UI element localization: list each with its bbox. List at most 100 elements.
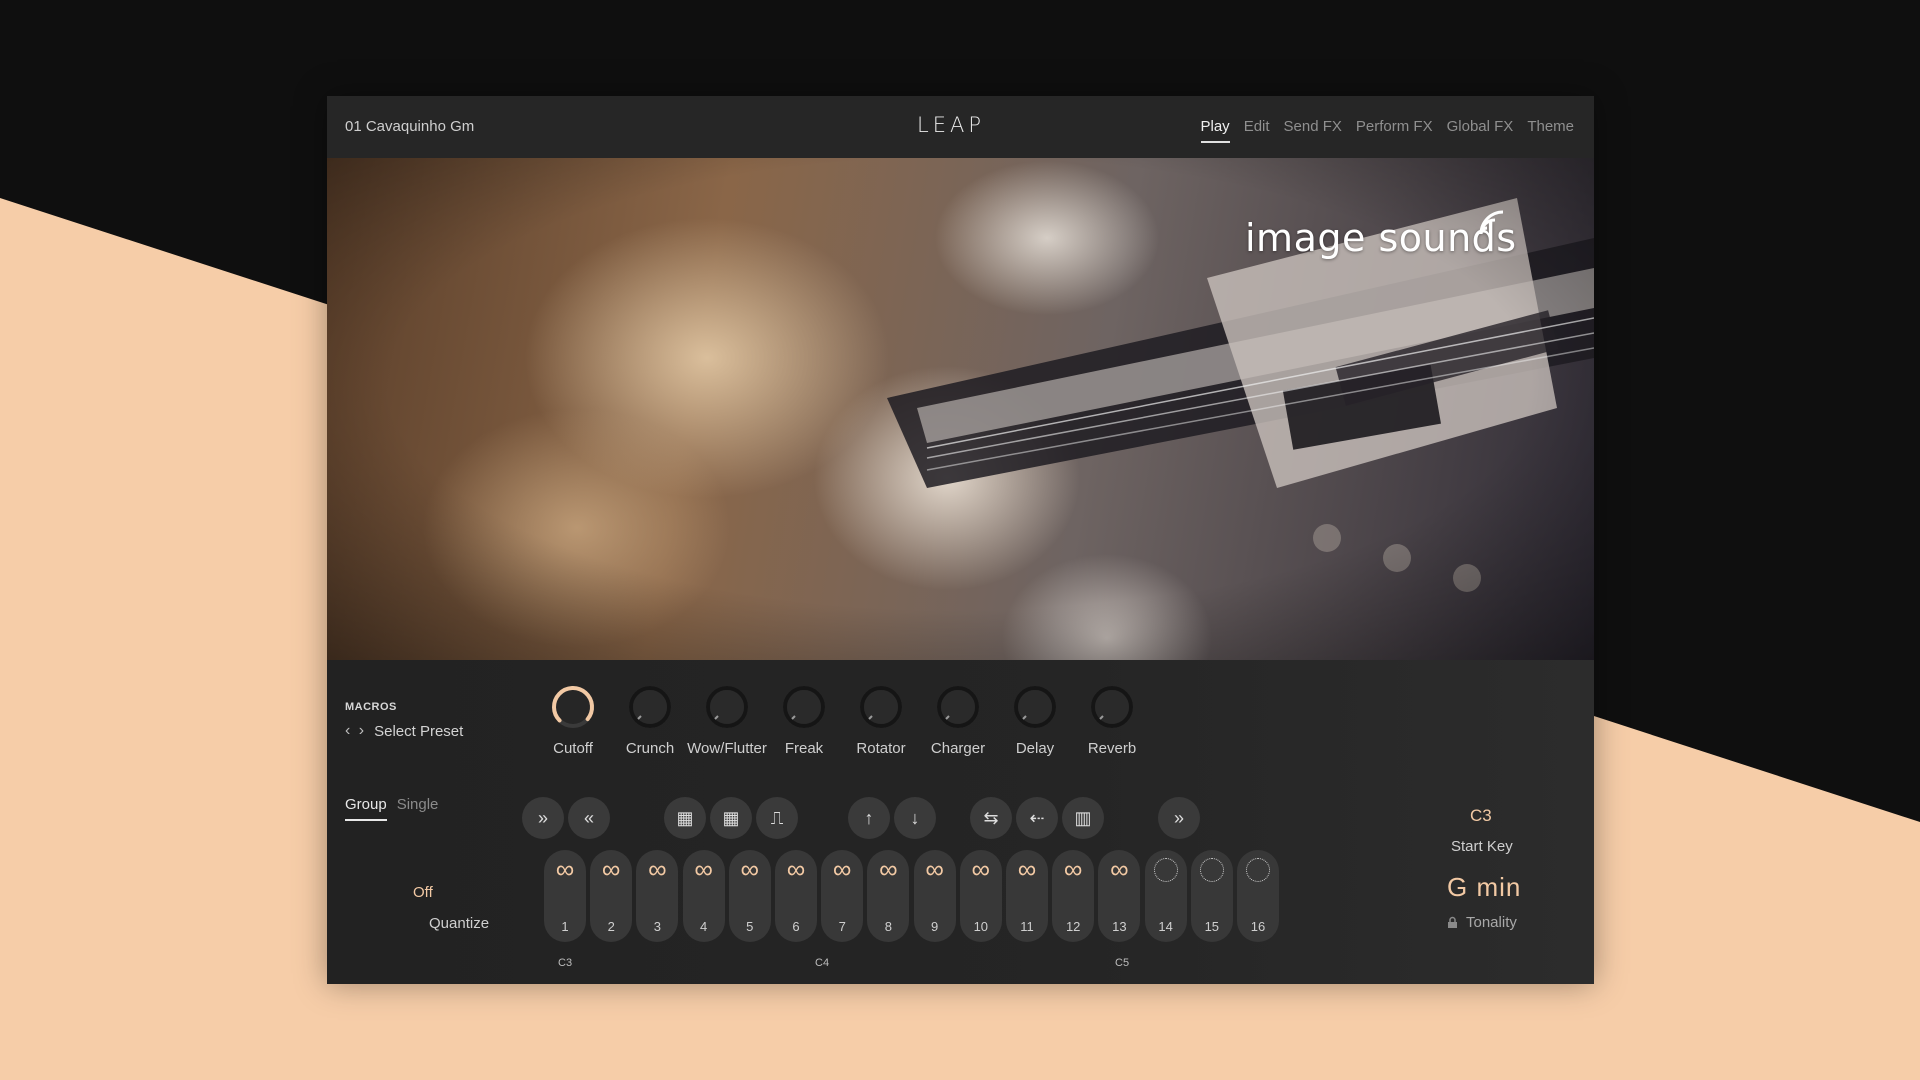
knob-reverb[interactable]: Reverb xyxy=(1072,682,1152,757)
pad-number: 9 xyxy=(930,919,939,934)
lock-icon[interactable] xyxy=(1447,916,1458,929)
pad-number: 15 xyxy=(1204,919,1220,934)
knob-cutoff[interactable]: Cutoff xyxy=(533,682,613,757)
select-preset-label: Select Preset xyxy=(374,722,464,740)
pad-9[interactable]: ∞ 9 xyxy=(913,850,956,942)
pad-number: 11 xyxy=(1020,919,1034,934)
knob-label: Delay xyxy=(1015,740,1055,757)
pad-number: 6 xyxy=(792,919,800,934)
tab-play[interactable]: Play xyxy=(1200,118,1230,143)
pad-11[interactable]: ∞ 11 xyxy=(1006,850,1048,942)
pad-number: 5 xyxy=(746,919,754,934)
knob-freak[interactable]: Freak xyxy=(764,682,844,757)
arrow-up-icon[interactable]: ↑ xyxy=(848,797,890,839)
tab-edit[interactable]: Edit xyxy=(1244,118,1270,143)
fast-forward-icon[interactable]: » xyxy=(522,797,564,839)
knob-dial[interactable] xyxy=(1010,682,1060,732)
preset-name[interactable]: 01 Cavaquinho Gm xyxy=(345,118,474,135)
pad-13[interactable]: ∞ 13 xyxy=(1098,850,1141,942)
tonality-label: Tonality xyxy=(1466,914,1517,931)
infinity-loop-icon: ∞ xyxy=(971,854,991,884)
scatter-left-icon[interactable]: ⇠ xyxy=(1016,797,1058,839)
knob-dial[interactable] xyxy=(933,682,983,732)
knob-charger[interactable]: Charger xyxy=(918,682,998,757)
pad-4[interactable]: ∞ 4 xyxy=(682,850,725,942)
knob-label: Freak xyxy=(784,740,824,757)
pad-7[interactable]: ∞ 7 xyxy=(821,850,864,942)
pad-number: 13 xyxy=(1112,919,1127,934)
rewind-icon[interactable]: « xyxy=(568,797,610,839)
tab-theme[interactable]: Theme xyxy=(1527,118,1574,143)
knob-label: Rotator xyxy=(856,740,906,757)
arrow-down-icon[interactable]: ↓ xyxy=(894,797,936,839)
infinity-loop-icon: ∞ xyxy=(1017,854,1037,884)
main-tabs: Play Edit Send FX Perform FX Global FX T… xyxy=(1200,118,1574,143)
shuffle-grid-alt-icon[interactable]: ▦ xyxy=(710,797,752,839)
tonality-value[interactable]: G min xyxy=(1447,872,1521,903)
knob-dial[interactable] xyxy=(702,682,752,732)
infinity-loop-icon: ∞ xyxy=(1063,854,1083,884)
pad-10[interactable]: ∞ 10 xyxy=(959,850,1002,942)
macros-title: MACROS xyxy=(345,701,397,713)
pad-6[interactable]: ∞ 6 xyxy=(775,850,817,942)
knob-label: Reverb xyxy=(1087,740,1137,757)
wifi-waves-icon xyxy=(1479,210,1504,235)
shuffle-grid-icon[interactable]: ▦ xyxy=(664,797,706,839)
knob-delay[interactable]: Delay xyxy=(995,682,1075,757)
knob-dial[interactable] xyxy=(548,682,598,732)
start-key-value[interactable]: C3 xyxy=(1470,806,1492,826)
tab-send-fx[interactable]: Send FX xyxy=(1284,118,1342,143)
infinity-loop-icon: ∞ xyxy=(786,854,806,884)
bars-icon[interactable]: ▥ xyxy=(1062,797,1104,839)
knob-crunch[interactable]: Crunch xyxy=(610,682,690,757)
octave-label-c4: C4 xyxy=(815,957,830,969)
pad-16[interactable]: 16 xyxy=(1237,850,1279,942)
octave-label-c5: C5 xyxy=(1115,957,1130,969)
pad-number: 3 xyxy=(653,919,661,934)
chevron-left-right-icon[interactable]: ‹ › xyxy=(345,722,366,740)
fast-forward-icon[interactable]: » xyxy=(1158,797,1200,839)
tab-global-fx[interactable]: Global FX xyxy=(1447,118,1514,143)
leap-logo: LEAP xyxy=(917,113,985,137)
pad-5[interactable]: ∞ 5 xyxy=(728,850,771,942)
dashed-circle-icon xyxy=(1246,858,1270,882)
dashed-circle-icon xyxy=(1153,858,1178,882)
pad-14[interactable]: 14 xyxy=(1144,850,1187,942)
header-bar: 01 Cavaquinho Gm LEAP Play Edit Send FX … xyxy=(327,96,1594,158)
knob-rotator[interactable]: Rotator xyxy=(841,682,921,757)
knob-dial[interactable] xyxy=(1087,682,1137,732)
pad-8[interactable]: ∞ 8 xyxy=(867,850,910,942)
swap-lanes-icon[interactable]: ⇆ xyxy=(970,797,1012,839)
infinity-loop-icon: ∞ xyxy=(740,854,760,884)
pad-3[interactable]: ∞ 3 xyxy=(636,850,679,942)
infinity-loop-icon: ∞ xyxy=(648,854,667,884)
knob-dial[interactable] xyxy=(856,682,906,732)
start-key-label: Start Key xyxy=(1451,838,1513,855)
pad-12[interactable]: ∞ 12 xyxy=(1052,850,1095,942)
knob-label: Cutoff xyxy=(553,740,593,757)
tab-perform-fx[interactable]: Perform FX xyxy=(1356,118,1433,143)
quantize-value[interactable]: Off xyxy=(413,884,433,901)
pad-1[interactable]: ∞ 1 xyxy=(544,850,586,942)
pad-15[interactable]: 15 xyxy=(1190,850,1233,942)
instrument-artwork: image sounds xyxy=(327,158,1594,660)
pad-2[interactable]: ∞ 2 xyxy=(590,850,633,942)
pad-number: 8 xyxy=(884,919,892,934)
macro-preset-selector[interactable]: ‹ › Select Preset xyxy=(345,722,463,740)
knob-label: Crunch xyxy=(625,740,675,757)
tab-single[interactable]: Single xyxy=(397,796,439,821)
knob-wow-flutter[interactable]: Wow/Flutter xyxy=(687,682,767,757)
pad-number: 16 xyxy=(1250,919,1266,934)
knob-dial[interactable] xyxy=(625,682,675,732)
envelope-shape-icon[interactable]: ⎍ xyxy=(756,797,798,839)
tonality-label-group: Tonality xyxy=(1447,914,1517,931)
knob-dial[interactable] xyxy=(779,682,829,732)
octave-label-c3: C3 xyxy=(558,957,573,969)
leap-plugin-window: 01 Cavaquinho Gm LEAP Play Edit Send FX … xyxy=(327,96,1594,984)
quantize-label: Quantize xyxy=(429,915,490,932)
infinity-loop-icon: ∞ xyxy=(832,854,852,884)
pad-number: 4 xyxy=(699,919,708,934)
infinity-loop-icon: ∞ xyxy=(694,854,713,884)
tab-group[interactable]: Group xyxy=(345,796,387,821)
infinity-loop-icon: ∞ xyxy=(925,854,944,884)
